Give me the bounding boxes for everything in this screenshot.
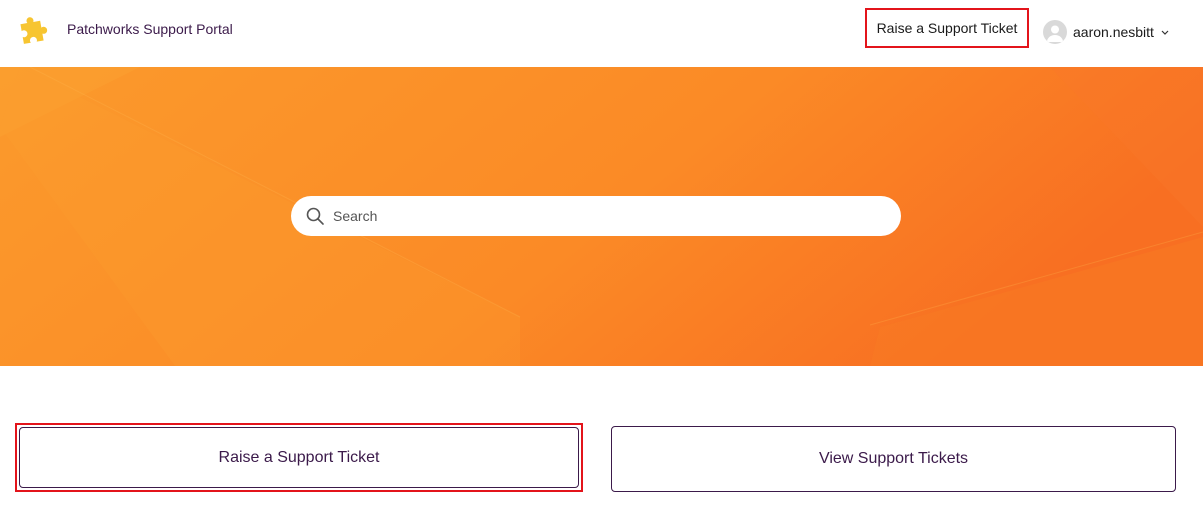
search-icon [306, 207, 324, 225]
view-tickets-button[interactable]: View Support Tickets [611, 426, 1176, 492]
hero-banner [0, 67, 1203, 366]
search-input[interactable] [333, 201, 873, 231]
raise-ticket-button-inner[interactable]: Raise a Support Ticket [19, 427, 579, 488]
raise-ticket-label: Raise a Support Ticket [218, 448, 380, 466]
user-name: aaron.nesbitt [1073, 24, 1154, 40]
portal-title-link[interactable]: Patchworks Support Portal [67, 21, 233, 37]
puzzle-piece-icon[interactable] [16, 14, 52, 50]
view-tickets-label: View Support Tickets [818, 450, 969, 467]
header-raise-ticket-label: Raise a Support Ticket [876, 20, 1018, 36]
raise-ticket-button[interactable]: Raise a Support Ticket [15, 423, 583, 492]
header-raise-ticket-link[interactable]: Raise a Support Ticket [865, 8, 1029, 48]
site-header: Patchworks Support Portal Raise a Suppor… [0, 0, 1203, 66]
search-bar [291, 196, 901, 236]
chevron-down-icon [1161, 30, 1169, 35]
user-menu[interactable]: aaron.nesbitt [1043, 19, 1170, 45]
user-avatar-icon [1043, 20, 1067, 44]
